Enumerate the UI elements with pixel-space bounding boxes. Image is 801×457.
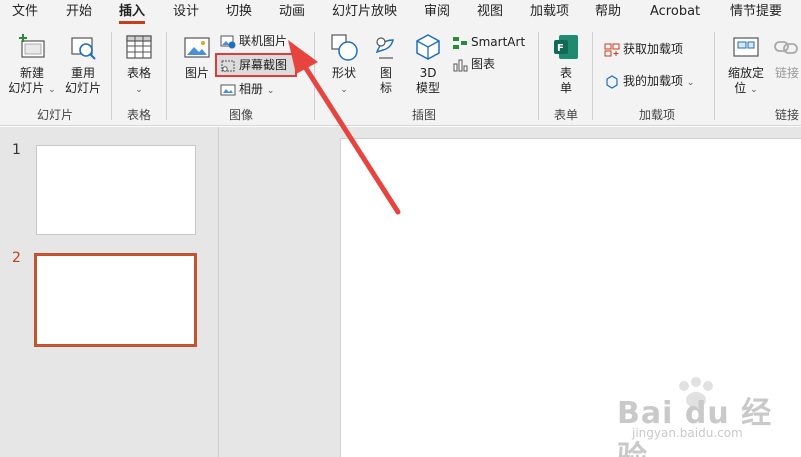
- tab-animations[interactable]: 动画: [279, 3, 305, 23]
- group-separator: [166, 32, 167, 120]
- chevron-down-icon: ⌄: [266, 86, 275, 96]
- my-addins-label: 我的加载项: [623, 74, 684, 88]
- group-label-table: 表格: [126, 108, 151, 122]
- cube-icon: [416, 34, 440, 60]
- chevron-down-icon: ⌄: [686, 78, 695, 88]
- link-icon: [774, 41, 798, 54]
- zoom-label-2: 位: [734, 81, 747, 95]
- reuse-slide-icon: [71, 37, 96, 60]
- group-label-illustrations: 插图: [411, 108, 436, 122]
- online-picture-icon: [220, 35, 236, 48]
- watermark-text: Bai du 经验: [617, 396, 773, 457]
- smartart-label: SmartArt: [471, 35, 526, 49]
- table-button[interactable]: 表格 ⌄: [118, 32, 160, 98]
- tab-storyboard[interactable]: 情节提要: [730, 3, 782, 23]
- group-label-forms: 表单: [553, 108, 578, 122]
- my-addins-button[interactable]: 我的加载项 ⌄: [604, 71, 694, 91]
- store-icon: [604, 43, 620, 56]
- chart-icon: [453, 59, 468, 71]
- chart-label: 图表: [471, 57, 496, 71]
- icons-label-2: 标: [379, 81, 392, 95]
- ribbon-insert: 新建 幻灯片 ⌄ 重用 幻灯片 幻灯片 表格 ⌄ 表格 图片 联机图片 屏幕截图…: [0, 24, 801, 126]
- table-icon: [126, 35, 152, 59]
- icons-button[interactable]: 图 标: [370, 32, 402, 96]
- tab-insert[interactable]: 插入: [119, 3, 146, 24]
- group-label-images: 图像: [228, 108, 253, 122]
- link-button[interactable]: 链接: [770, 32, 801, 81]
- form-button[interactable]: F 表 单: [550, 32, 582, 96]
- slide-thumbnail-1[interactable]: [36, 145, 196, 235]
- 3d-model-button[interactable]: 3D 模型: [410, 32, 446, 96]
- screenshot-label: 屏幕截图: [239, 58, 288, 72]
- get-addins-label: 获取加载项: [623, 42, 684, 56]
- form-label-1: 表: [559, 66, 572, 80]
- tab-acrobat[interactable]: Acrobat: [650, 3, 700, 23]
- tab-transitions[interactable]: 切换: [226, 3, 252, 23]
- zoom-icon: [733, 37, 759, 57]
- smartart-button[interactable]: SmartArt: [452, 32, 525, 52]
- new-slide-label-2: 幻灯片: [8, 81, 45, 95]
- new-slide-icon: [19, 34, 45, 58]
- zoom-button[interactable]: 缩放定 位 ⌄: [724, 32, 768, 98]
- 3d-model-label-2: 模型: [415, 81, 440, 95]
- icons-label-1: 图: [379, 66, 392, 80]
- slide-number-2: 2: [12, 250, 21, 266]
- group-separator: [314, 32, 315, 120]
- table-label: 表格: [126, 66, 151, 80]
- get-addins-button[interactable]: 获取加载项: [604, 39, 683, 59]
- group-separator: [111, 32, 112, 120]
- smartart-icon: [453, 36, 467, 49]
- group-separator: [538, 32, 539, 120]
- screenshot-icon: [221, 60, 235, 72]
- tab-file[interactable]: 文件: [12, 3, 38, 23]
- tab-design[interactable]: 设计: [173, 3, 199, 23]
- screenshot-button[interactable]: 屏幕截图: [220, 55, 287, 75]
- group-label-links: 链接: [774, 108, 799, 122]
- group-label-addins: 加载项: [638, 108, 675, 122]
- online-picture-label: 联机图片: [239, 34, 288, 48]
- watermark-url: jingyan.baidu.com: [632, 426, 743, 440]
- tab-home[interactable]: 开始: [66, 3, 92, 23]
- tab-addins[interactable]: 加载项: [530, 3, 569, 23]
- tab-help[interactable]: 帮助: [595, 3, 621, 23]
- reuse-slide-button[interactable]: 重用 幻灯片: [60, 32, 106, 96]
- reuse-slide-label-1: 重用: [70, 66, 95, 80]
- svg-text:F: F: [557, 43, 564, 54]
- picture-label: 图片: [184, 66, 209, 80]
- tab-view[interactable]: 视图: [477, 3, 503, 23]
- online-picture-button[interactable]: 联机图片: [220, 31, 287, 51]
- form-label-2: 单: [559, 81, 572, 95]
- ribbon-tab-bar: 文件 开始 插入 设计 切换 动画 幻灯片放映 审阅 视图 加载项 帮助 Acr…: [0, 0, 801, 24]
- group-label-slides: 幻灯片: [36, 108, 73, 122]
- group-separator: [592, 32, 593, 120]
- album-icon: [220, 84, 236, 95]
- chart-button[interactable]: 图表: [452, 54, 495, 74]
- icons-icon: [375, 37, 394, 59]
- picture-button[interactable]: 图片: [178, 32, 216, 81]
- 3d-model-label-1: 3D: [419, 66, 437, 80]
- link-label: 链接: [774, 66, 799, 80]
- tab-slideshow[interactable]: 幻灯片放映: [332, 3, 397, 23]
- new-slide-button[interactable]: 新建 幻灯片 ⌄: [8, 32, 56, 98]
- slide-thumbnail-2-selected[interactable]: [34, 253, 197, 347]
- shapes-icon: [331, 34, 358, 61]
- zoom-label-1: 缩放定: [727, 66, 764, 80]
- album-button[interactable]: 相册 ⌄: [220, 79, 274, 99]
- slide-number-1: 1: [12, 142, 21, 158]
- shapes-button[interactable]: 形状 ⌄: [326, 32, 362, 98]
- new-slide-label-1: 新建: [19, 66, 44, 80]
- picture-icon: [184, 37, 210, 58]
- group-separator: [714, 32, 715, 120]
- album-label: 相册: [239, 82, 264, 96]
- reuse-slide-label-2: 幻灯片: [64, 81, 101, 95]
- my-addins-icon: [606, 74, 618, 89]
- shapes-label: 形状: [331, 66, 356, 80]
- forms-icon: F: [554, 35, 578, 59]
- tab-review[interactable]: 审阅: [424, 3, 450, 23]
